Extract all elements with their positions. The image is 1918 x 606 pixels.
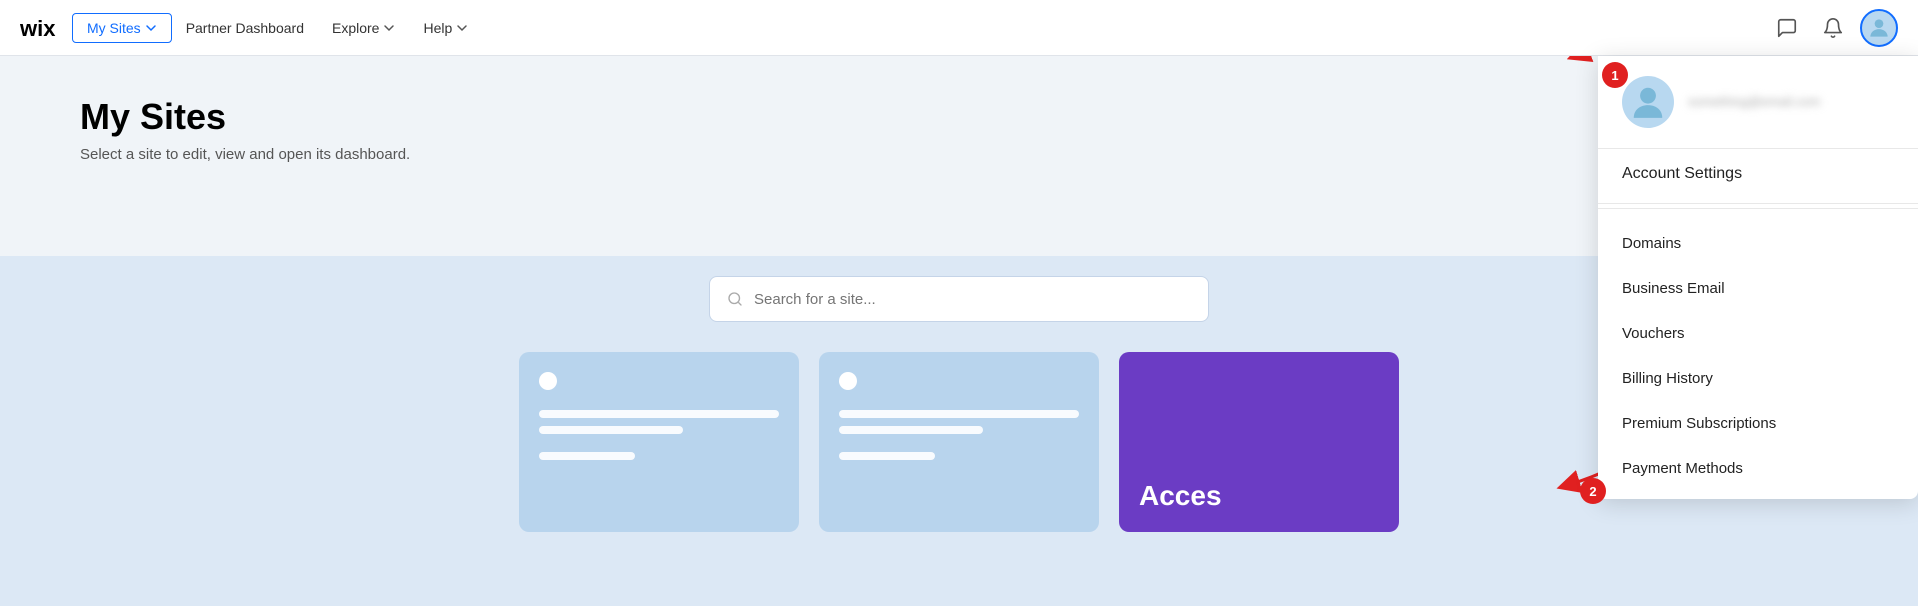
chevron-down-icon <box>145 22 157 34</box>
search-input[interactable] <box>754 291 1192 308</box>
site-card-accent[interactable]: Acces <box>1119 352 1399 532</box>
site-card-line-shorter <box>539 452 635 460</box>
chevron-down-icon <box>383 22 395 34</box>
dropdown-business-email[interactable]: Business Email <box>1598 266 1918 311</box>
user-avatar-button[interactable] <box>1860 9 1898 47</box>
dropdown-billing-history[interactable]: Billing History <box>1598 356 1918 401</box>
dropdown-premium-subscriptions[interactable]: Premium Subscriptions <box>1598 401 1918 446</box>
dropdown-avatar <box>1622 76 1674 128</box>
avatar-icon <box>1866 15 1892 41</box>
sites-grid: Acces <box>459 352 1459 532</box>
annotation-2: 2 <box>1580 478 1606 504</box>
site-card-line-short <box>539 426 683 434</box>
page-subtitle: Select a site to edit, view and open its… <box>80 146 1858 163</box>
page-title: My Sites <box>80 96 1858 138</box>
search-bar[interactable] <box>709 276 1209 322</box>
nav-my-sites[interactable]: My Sites <box>72 13 172 43</box>
site-card-1[interactable] <box>519 352 799 532</box>
navbar-right-actions <box>1768 9 1898 47</box>
site-card-accent-text: Acces <box>1139 480 1222 512</box>
annotation-1: 1 <box>1602 62 1628 88</box>
dropdown-divider <box>1598 208 1918 209</box>
nav-explore[interactable]: Explore <box>318 14 409 42</box>
wix-logo[interactable]: wix <box>20 16 62 40</box>
navbar: wix My Sites Partner Dashboard Explore H… <box>0 0 1918 56</box>
site-card-dot <box>839 372 857 390</box>
site-card-line <box>539 410 779 418</box>
avatar-large-icon <box>1629 83 1667 121</box>
user-dropdown-menu: something@email.com Account Settings Dom… <box>1598 56 1918 499</box>
site-card-line-short <box>839 426 983 434</box>
nav-partner-dashboard[interactable]: Partner Dashboard <box>172 14 318 42</box>
bell-icon <box>1822 17 1844 39</box>
site-card-2[interactable] <box>819 352 1099 532</box>
dropdown-email: something@email.com <box>1688 93 1820 111</box>
dropdown-vouchers[interactable]: Vouchers <box>1598 311 1918 356</box>
dropdown-account-settings[interactable]: Account Settings <box>1598 149 1918 204</box>
chat-icon-button[interactable] <box>1768 9 1806 47</box>
chat-icon <box>1776 17 1798 39</box>
svg-text:wix: wix <box>20 16 56 40</box>
annotation-badge-2: 2 <box>1580 478 1606 504</box>
annotation-badge-1: 1 <box>1602 62 1628 88</box>
nav-help[interactable]: Help <box>409 14 482 42</box>
site-card-line <box>839 410 1079 418</box>
dropdown-domains[interactable]: Domains <box>1598 221 1918 266</box>
dropdown-user-section: something@email.com <box>1598 56 1918 149</box>
site-card-line-shorter <box>839 452 935 460</box>
dropdown-section: Domains Business Email Vouchers Billing … <box>1598 213 1918 499</box>
dropdown-payment-methods[interactable]: Payment Methods <box>1598 446 1918 491</box>
site-card-dot <box>539 372 557 390</box>
search-icon <box>726 290 744 308</box>
notifications-icon-button[interactable] <box>1814 9 1852 47</box>
chevron-down-icon <box>456 22 468 34</box>
